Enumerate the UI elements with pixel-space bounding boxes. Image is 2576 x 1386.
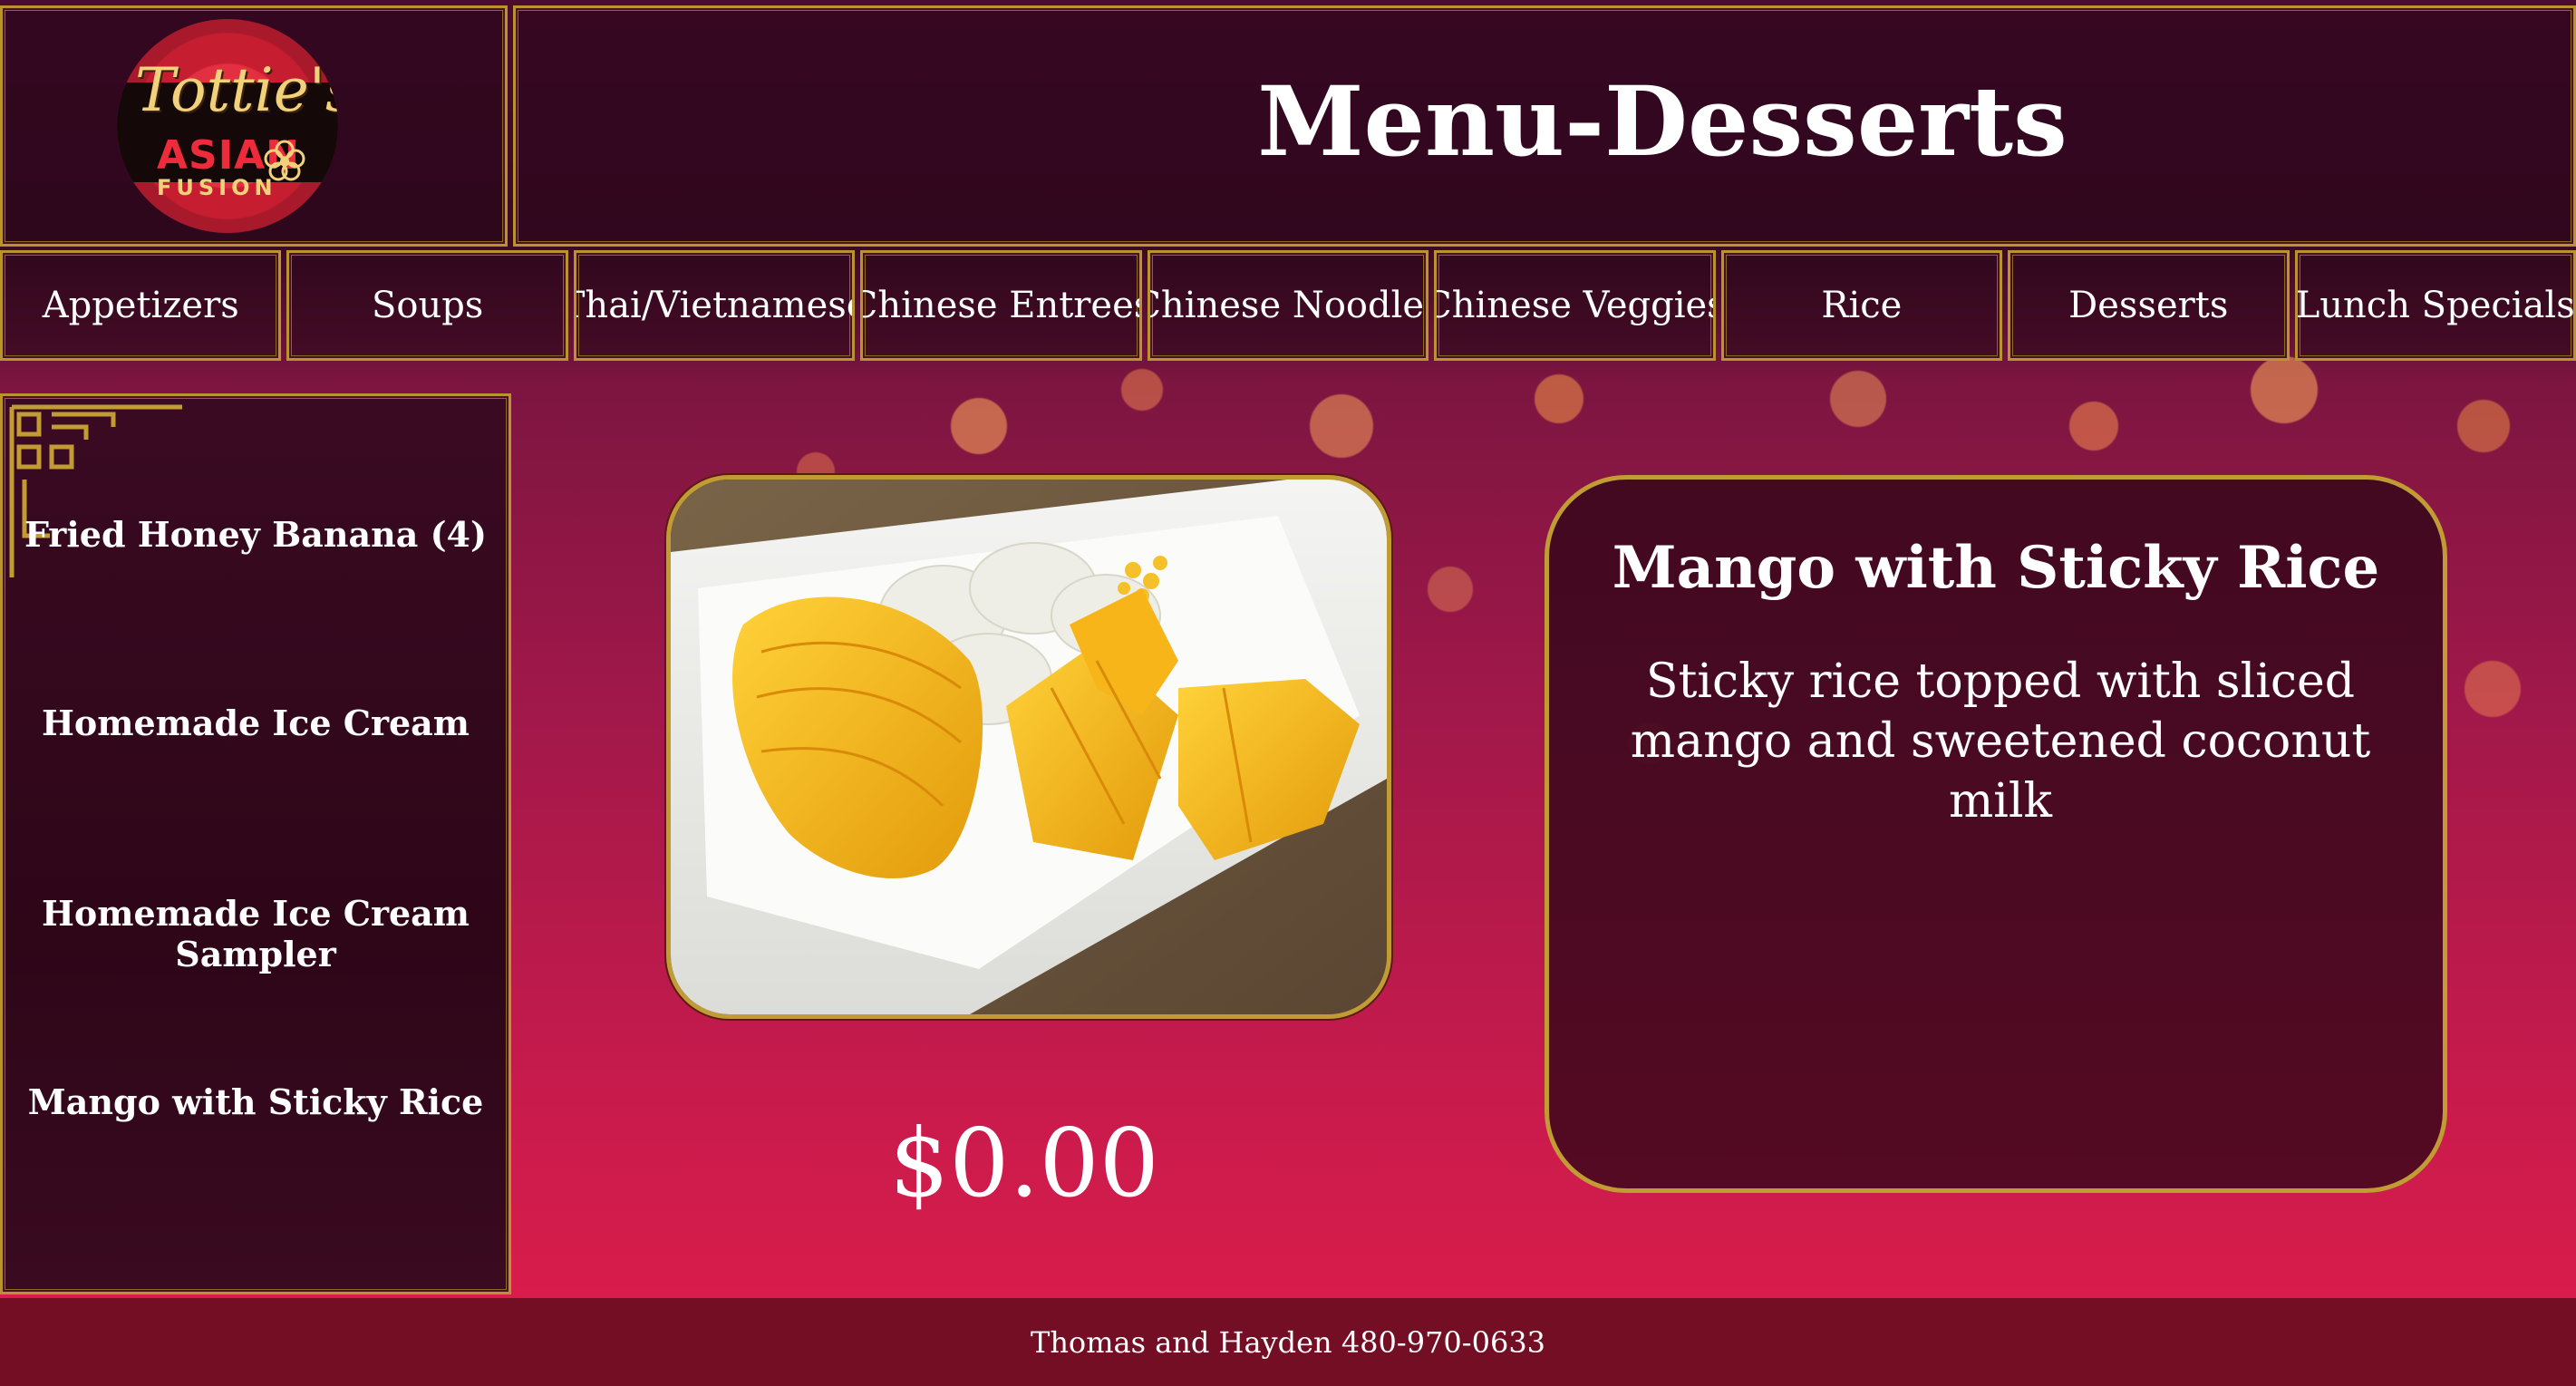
page-title-panel: Menu-Desserts xyxy=(513,5,2576,247)
dish-description: Sticky rice topped with sliced mango and… xyxy=(1630,654,2371,829)
nav-item-chinese-entrees[interactable]: Chinese Entrees xyxy=(860,250,1142,361)
dish-title: Mango with Sticky Rice xyxy=(1612,534,2380,602)
sidebar-item-fried-honey-banana[interactable]: Fried Honey Banana (4) xyxy=(3,514,508,555)
page-title: Menu-Desserts xyxy=(1257,63,2068,178)
nav-item-chinese-noodles[interactable]: Chinese Noodles xyxy=(1147,250,1429,361)
logo-panel: Tottie's ASIAN FUSION xyxy=(0,5,508,247)
nav-item-chinese-veggies[interactable]: Chinese Veggies xyxy=(1434,250,1716,361)
restaurant-logo[interactable]: Tottie's ASIAN FUSION xyxy=(117,19,338,233)
dessert-list: Fried Honey Banana (4) Homemade Ice Crea… xyxy=(0,393,511,1294)
footer: Thomas and Hayden 480-970-0633 xyxy=(0,1298,2576,1386)
sidebar-item-homemade-ice-cream[interactable]: Homemade Ice Cream xyxy=(3,703,508,743)
nav-item-lunch-specials[interactable]: Lunch Specials xyxy=(2294,250,2576,361)
logo-fusion-text: FUSION xyxy=(157,175,277,200)
flower-icon xyxy=(264,140,305,181)
nav-item-thai-vietnamese[interactable]: Thai/Vietnamese xyxy=(573,250,856,361)
dish-photo xyxy=(666,475,1391,1019)
sidebar-item-mango-sticky-rice[interactable]: Mango with Sticky Rice xyxy=(3,1081,508,1122)
dish-price: $0.00 xyxy=(889,1108,1159,1218)
dish-description-card: Mango with Sticky Rice Sticky rice toppe… xyxy=(1545,475,2447,1193)
footer-contact: Thomas and Hayden 480-970-0633 xyxy=(1030,1324,1546,1360)
nav-item-soups[interactable]: Soups xyxy=(286,250,568,361)
sidebar-item-ice-cream-sampler[interactable]: Homemade Ice Cream Sampler xyxy=(3,893,508,974)
category-nav: Appetizers Soups Thai/Vietnamese Chinese… xyxy=(0,250,2576,361)
nav-item-rice[interactable]: Rice xyxy=(1720,250,2003,361)
nav-item-appetizers[interactable]: Appetizers xyxy=(0,250,282,361)
mango-sticky-rice-photo-icon xyxy=(671,480,1387,1014)
logo-script-text: Tottie's xyxy=(135,55,338,125)
nav-item-desserts[interactable]: Desserts xyxy=(2008,250,2290,361)
